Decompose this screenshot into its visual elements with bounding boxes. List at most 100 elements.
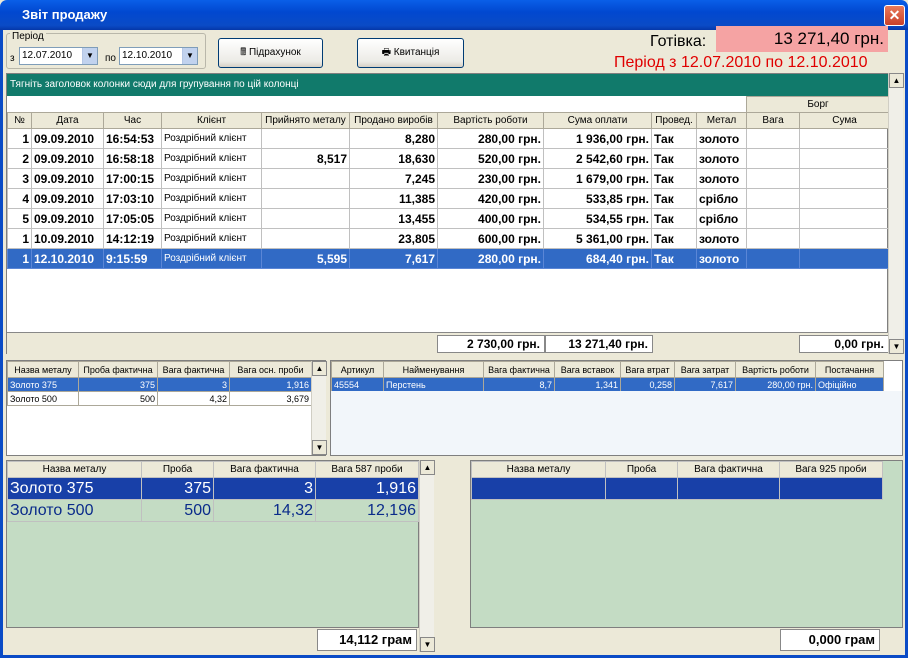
row-date: 09.09.2010 xyxy=(31,128,104,149)
receipt-button[interactable]: 🖶 Квитанція xyxy=(357,38,464,68)
col-client[interactable]: Клієнт xyxy=(161,112,262,129)
col-no[interactable]: № xyxy=(7,112,32,129)
calc-button[interactable]: 🖩 Підрахунок xyxy=(218,38,323,68)
table-row[interactable]: Золото 500 500 14,32 12,196 xyxy=(7,499,419,522)
silver-col-fineness[interactable]: Проба xyxy=(605,461,678,478)
metal-col-name[interactable]: Назва металу xyxy=(7,361,79,378)
row-metal: золото xyxy=(695,168,748,189)
items-col-work[interactable]: Вартість роботи xyxy=(735,361,816,378)
close-icon: ✕ xyxy=(888,7,901,23)
sales-scrollbar[interactable]: ▲ ▼ xyxy=(888,73,904,354)
metal-scrollbar[interactable]: ▲ ▼ xyxy=(311,361,327,455)
row-posted: Так xyxy=(651,248,697,269)
row-sold: 18,630 xyxy=(349,148,438,169)
items-col-name[interactable]: Найменування xyxy=(383,361,484,378)
silver-col-name[interactable]: Назва металу xyxy=(471,461,606,478)
row-debt-weight xyxy=(746,168,801,189)
gold-summary-panel: Назва металу Проба Вага фактична Вага 58… xyxy=(6,460,419,628)
scroll-down-icon[interactable]: ▼ xyxy=(420,637,435,652)
metal-name: Золото 500 xyxy=(7,391,79,406)
gold-scrollbar[interactable]: ▲ ▼ xyxy=(419,460,435,652)
row-work-cost: 230,00 грн. xyxy=(437,168,544,189)
row-date: 09.09.2010 xyxy=(31,208,104,229)
row-client: Роздрібний клієнт xyxy=(161,208,262,229)
silver-col-weight[interactable]: Вага фактична xyxy=(677,461,780,478)
scroll-down-icon[interactable]: ▼ xyxy=(889,339,904,354)
metal-col-weight[interactable]: Вага фактична xyxy=(157,361,230,378)
row-metal-received xyxy=(261,168,350,189)
table-row[interactable]: 2 09.09.2010 16:58:18 Роздрібний клієнт 8,51… xyxy=(7,148,891,169)
chevron-down-icon[interactable]: ▼ xyxy=(82,48,97,64)
items-col-supply[interactable]: Постачання xyxy=(815,361,884,378)
col-sold[interactable]: Продано виробів xyxy=(349,112,438,129)
metal-table: Назва металу Проба фактична Вага фактичн… xyxy=(7,361,312,406)
row-sold: 11,385 xyxy=(349,188,438,209)
row-metal-received: 8,517 xyxy=(261,148,350,169)
date-to-combo[interactable]: 12.10.2010 ▼ xyxy=(119,47,198,65)
row-time: 17:05:05 xyxy=(103,208,162,229)
table-row[interactable] xyxy=(471,477,883,500)
items-col-costs[interactable]: Вага затрат xyxy=(674,361,736,378)
items-col-weight[interactable]: Вага фактична xyxy=(483,361,555,378)
row-posted: Так xyxy=(651,128,697,149)
table-row[interactable]: Золото 375 375 3 1,916 xyxy=(7,477,419,500)
gold-col-name[interactable]: Назва металу xyxy=(7,461,142,478)
row-payment: 5 361,00 грн. xyxy=(543,228,652,249)
col-date[interactable]: Дата xyxy=(31,112,104,129)
row-date: 09.09.2010 xyxy=(31,188,104,209)
col-work-cost[interactable]: Вартість роботи xyxy=(437,112,544,129)
row-payment: 1 679,00 грн. xyxy=(543,168,652,189)
metal-weight: 3 xyxy=(157,377,230,392)
metal-fineness: 375 xyxy=(78,377,158,392)
row-metal-received: 5,595 xyxy=(261,248,350,269)
row-no: 1 xyxy=(7,248,32,269)
row-client: Роздрібний клієнт xyxy=(161,248,262,269)
date-from-combo[interactable]: 12.07.2010 ▼ xyxy=(19,47,98,65)
scroll-up-icon[interactable]: ▲ xyxy=(889,73,904,88)
group-by-area[interactable]: Тягніть заголовок колонки сюди для групу… xyxy=(7,74,889,96)
row-payment: 2 542,60 грн. xyxy=(543,148,652,169)
gold-col-weight[interactable]: Вага фактична xyxy=(213,461,316,478)
table-row[interactable]: 45554 Перстень 8,7 1,341 0,258 7,617 280… xyxy=(331,377,884,392)
col-metal[interactable]: Метал xyxy=(695,112,748,129)
gold-col-fineness[interactable]: Проба xyxy=(141,461,214,478)
chevron-down-icon[interactable]: ▼ xyxy=(182,48,197,64)
row-client: Роздрібний клієнт xyxy=(161,228,262,249)
close-button[interactable]: ✕ xyxy=(884,5,905,26)
col-debt-weight[interactable]: Вага xyxy=(746,112,801,129)
scroll-up-icon[interactable]: ▲ xyxy=(420,460,435,475)
col-payment[interactable]: Сума оплати xyxy=(543,112,652,129)
col-debt-sum[interactable]: Сума xyxy=(799,112,891,129)
row-sold: 13,455 xyxy=(349,208,438,229)
table-row[interactable]: 1 09.09.2010 16:54:53 Роздрібний клієнт 8,28… xyxy=(7,128,891,149)
row-metal: золото xyxy=(695,248,748,269)
silver-col-925[interactable]: Вага 925 проби xyxy=(779,461,883,478)
window-title: Звіт продажу xyxy=(22,7,108,22)
col-metal-received[interactable]: Прийнято металу xyxy=(261,112,350,129)
table-row[interactable]: Золото 500 500 4,32 3,679 xyxy=(7,391,312,406)
table-row[interactable]: 1 12.10.2010 9:15:59 Роздрібний клієнт 5,595… xyxy=(7,248,891,269)
table-row[interactable]: 3 09.09.2010 17:00:15 Роздрібний клієнт 7,24… xyxy=(7,168,891,189)
scroll-down-icon[interactable]: ▼ xyxy=(312,440,327,455)
metal-col-fineness[interactable]: Проба фактична xyxy=(78,361,158,378)
row-work-cost: 600,00 грн. xyxy=(437,228,544,249)
row-date: 10.09.2010 xyxy=(31,228,104,249)
row-sold: 7,617 xyxy=(349,248,438,269)
scroll-up-icon[interactable]: ▲ xyxy=(312,361,327,376)
col-posted[interactable]: Провед. xyxy=(651,112,697,129)
table-row[interactable]: 1 10.09.2010 14:12:19 Роздрібний клієнт 23,8… xyxy=(7,228,891,249)
table-row[interactable]: Золото 375 375 3 1,916 xyxy=(7,377,312,392)
metal-col-base-weight[interactable]: Вага осн. проби xyxy=(229,361,312,378)
items-col-loss[interactable]: Вага втрат xyxy=(620,361,675,378)
gold-col-587[interactable]: Вага 587 проби xyxy=(315,461,419,478)
metal-fineness: 500 xyxy=(78,391,158,406)
col-time[interactable]: Час xyxy=(103,112,162,129)
silver-total: 0,000 грам xyxy=(780,629,880,651)
table-row[interactable]: 4 09.09.2010 17:03:10 Роздрібний клієнт 11,3… xyxy=(7,188,891,209)
metal-base-weight: 3,679 xyxy=(229,391,312,406)
items-col-sku[interactable]: Артикул xyxy=(331,361,384,378)
row-no: 1 xyxy=(7,228,32,249)
items-col-inserts[interactable]: Вага вставок xyxy=(554,361,621,378)
table-row[interactable]: 5 09.09.2010 17:05:05 Роздрібний клієнт 13,4… xyxy=(7,208,891,229)
debt-header: Борг xyxy=(746,96,891,113)
